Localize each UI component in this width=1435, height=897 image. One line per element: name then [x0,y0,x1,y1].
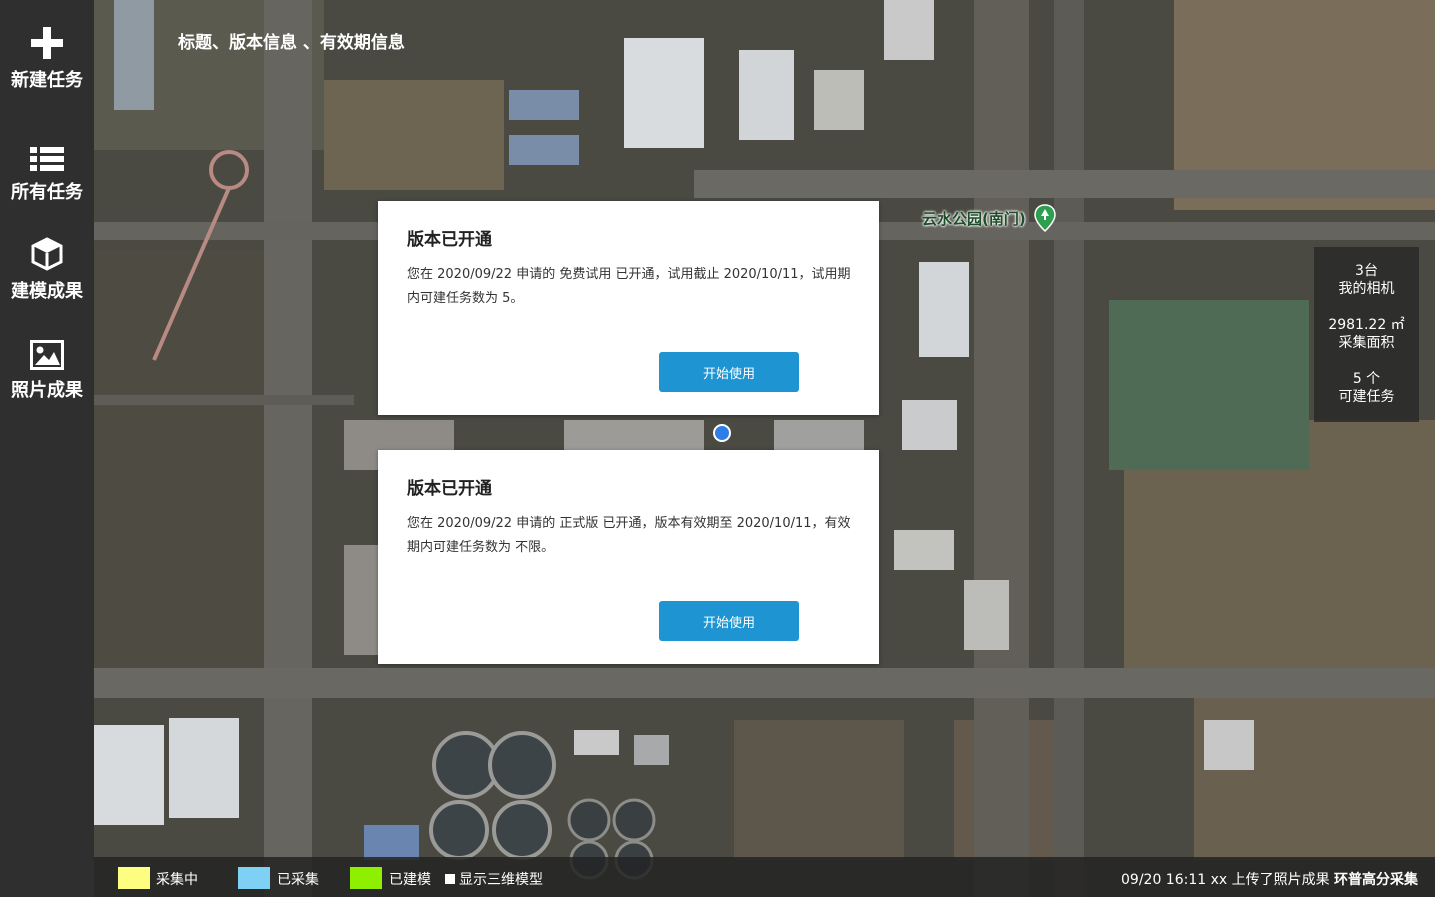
current-location-marker[interactable] [713,424,731,442]
stat-value: 2981.22 ㎡ [1328,317,1405,333]
legend-swatch-modeled [350,867,382,889]
satellite-map[interactable] [94,0,1435,897]
page-title: 标题、版本信息 、有效期信息 [178,33,405,53]
image-icon [30,340,64,370]
stat-tasks: 5 个 可建任务 [1314,370,1419,406]
sidebar-item-label: 建模成果 [11,281,83,302]
park-pin-icon[interactable] [1034,204,1056,232]
sidebar-item-label: 所有任务 [11,182,83,203]
start-using-button[interactable]: 开始使用 [659,601,799,641]
activity-feed: 09/20 16:11 xx 上传了照片成果 [1121,872,1330,888]
stats-panel: 3台 我的相机 2981.22 ㎡ 采集面积 5 个 可建任务 [1314,247,1419,422]
sidebar-item-all-tasks[interactable]: 所有任务 [0,146,94,204]
sidebar-item-label: 照片成果 [11,380,83,401]
stat-area: 2981.22 ㎡ 采集面积 [1314,316,1419,352]
checkbox-icon[interactable] [445,874,455,884]
dialog-title: 版本已开通 [407,479,492,499]
start-using-button[interactable]: 开始使用 [659,352,799,392]
dialog-body: 您在 2020/09/22 申请的 免费试用 已开通，试用截止 2020/10/… [407,267,851,306]
sidebar: 新建任务 所有任务 建模成果 照片成果 [0,0,94,897]
cube-icon [31,237,63,271]
sidebar-item-models[interactable]: 建模成果 [0,237,94,303]
plus-icon [31,27,63,59]
brand-name: 环普高分采集 [1334,872,1418,888]
show-3d-model-label: 显示三维模型 [459,872,543,888]
version-dialog-official: 版本已开通 您在 2020/09/22 申请的 正式版 已开通，版本有效期至 2… [378,450,879,664]
map-imagery [94,0,1435,897]
list-icon [30,147,64,171]
legend-swatch-collected [238,867,270,889]
dialog-body: 您在 2020/09/22 申请的 正式版 已开通，版本有效期至 2020/10… [407,516,851,555]
stat-value: 3台 [1355,263,1378,279]
dialog-title: 版本已开通 [407,230,492,250]
stat-label: 采集面积 [1338,335,1395,351]
show-3d-model-toggle[interactable]: 显示三维模型 [445,869,543,889]
sidebar-item-label: 新建任务 [11,70,83,91]
sidebar-item-photos[interactable]: 照片成果 [0,340,94,402]
legend-label-collected: 已采集 [277,872,319,888]
bottom-bar: 采集中 已采集 已建模 显示三维模型 09/20 16:11 xx 上传了照片成… [94,857,1435,897]
stat-cameras[interactable]: 3台 我的相机 [1314,262,1419,298]
sidebar-item-new-task[interactable]: 新建任务 [0,26,94,92]
version-dialog-trial: 版本已开通 您在 2020/09/22 申请的 免费试用 已开通，试用截止 20… [378,201,879,415]
stat-value: 5 个 [1352,371,1381,387]
legend-label-collecting: 采集中 [156,872,198,888]
legend-swatch-collecting [118,867,150,889]
legend-label-modeled: 已建模 [389,872,431,888]
stat-label: 我的相机 [1338,281,1395,297]
stat-label: 可建任务 [1338,389,1395,405]
poi-label[interactable]: 云水公园(南门) [922,208,1026,229]
